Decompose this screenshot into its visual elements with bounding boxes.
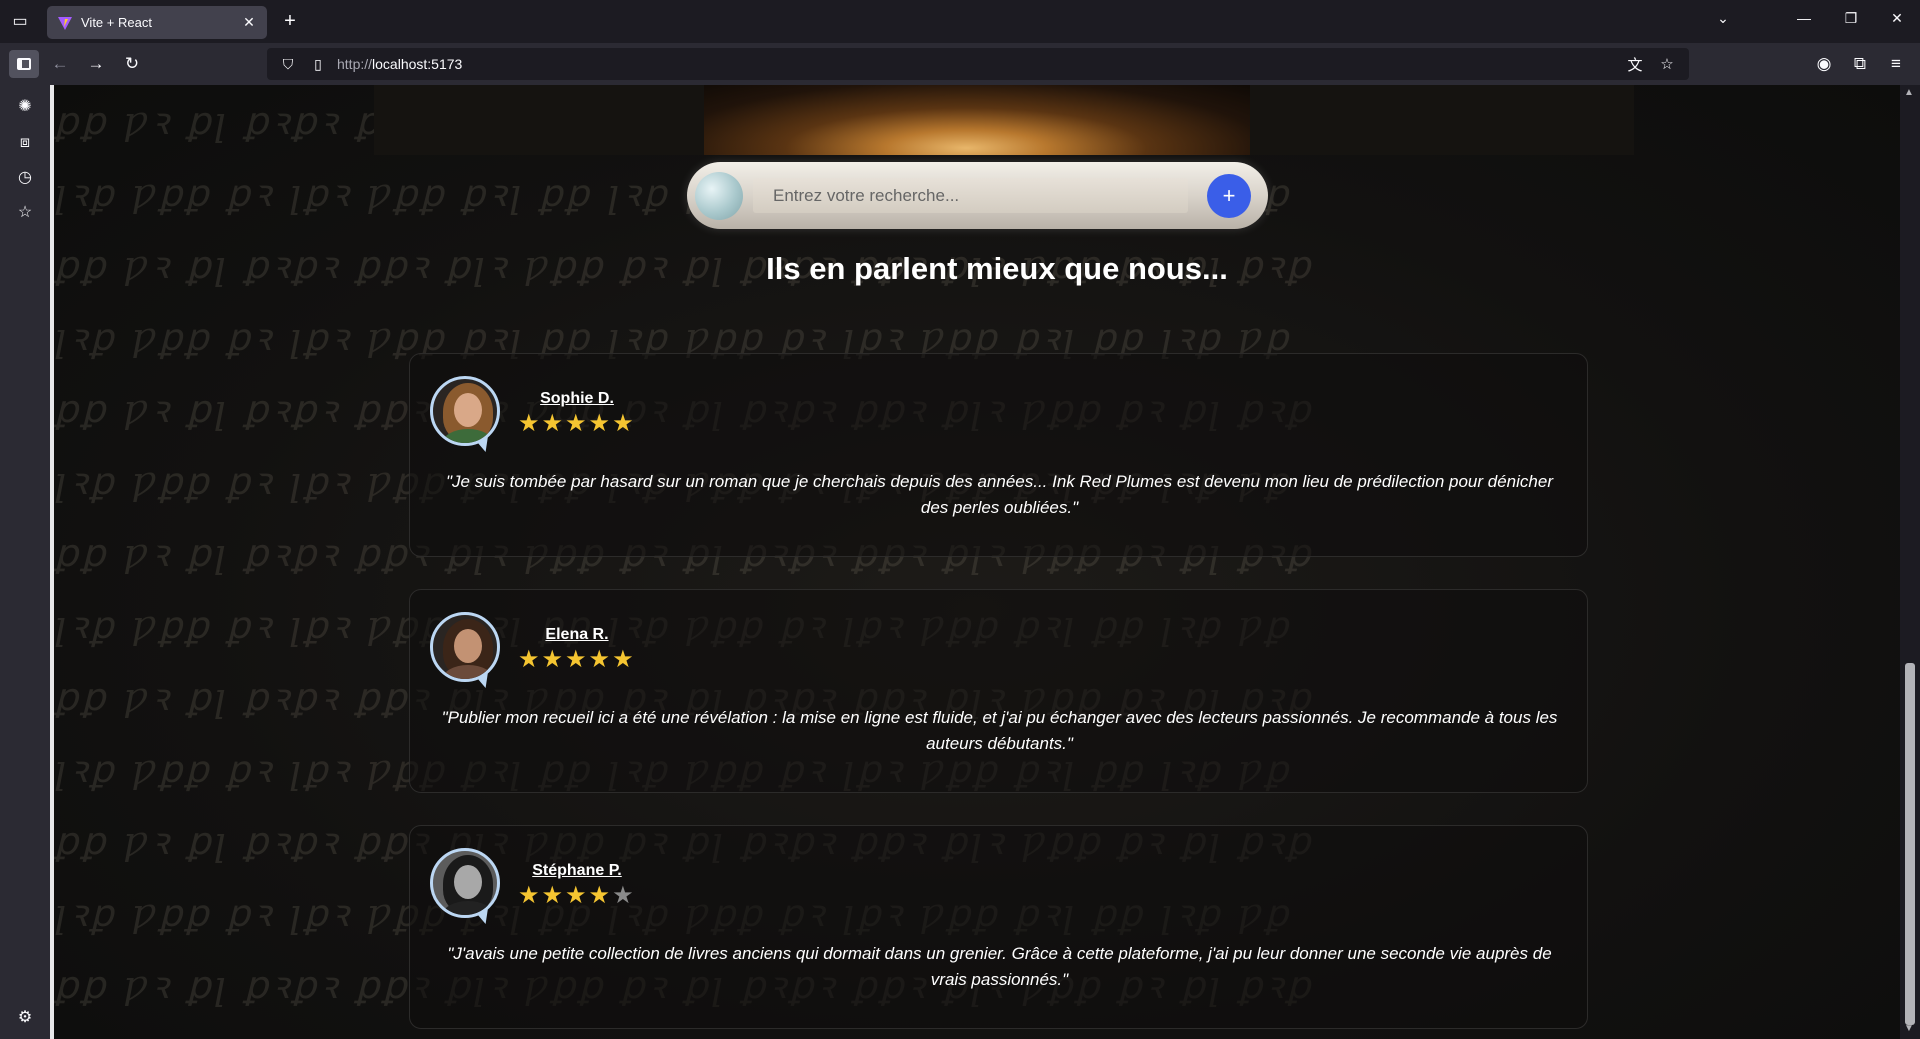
avatar [430, 848, 502, 924]
scroll-up-icon[interactable]: ▲ [1904, 87, 1914, 98]
list-all-tabs-icon[interactable]: ▭ [10, 12, 30, 32]
page-viewport: ꝑꝑ ƿꝛ ꝑꞁ ꝑꝛꝑꝛ ꝑꝑꝛ ꝑꞁꝛ ƿꝑꝑ ꝑꝛ ꝑꞁ ꝑꝛꝑꝛ ꝑꝑꝛ… [54, 85, 1900, 1039]
page-icon[interactable]: ▯ [309, 56, 327, 73]
bookmark-star-icon[interactable]: ☆ [1657, 55, 1677, 73]
scroll-down-icon[interactable]: ▼ [1904, 1023, 1914, 1034]
star-filled-icon: ★ [518, 646, 540, 673]
star-filled-icon: ★ [565, 882, 587, 909]
star-filled-icon: ★ [588, 882, 611, 909]
window-close-icon[interactable]: ✕ [1887, 10, 1907, 27]
reload-icon[interactable]: ↻ [119, 52, 145, 76]
synced-tabs-icon[interactable]: ⧈ [14, 132, 36, 154]
tab-bar: ▭ Vite + React ✕ + ⌄ — ❐ ✕ [0, 0, 1920, 43]
reviewer-name[interactable]: Stéphane P. [517, 862, 637, 880]
star-filled-icon: ★ [612, 410, 634, 437]
testimonial-card: Stéphane P. ★ ★ ★ ★ ★ "J'avais une petite co… [409, 825, 1588, 1029]
star-empty-icon: ★ [612, 882, 634, 909]
chevron-down-icon[interactable]: ⌄ [1713, 10, 1733, 27]
ai-chatbot-icon[interactable]: ✺ [14, 96, 36, 118]
reviewer-name[interactable]: Elena R. [517, 626, 637, 644]
testimonial-card: Elena R. ★ ★ ★ ★ ★ "Publier mon recueil ici … [409, 589, 1588, 793]
avatar [430, 612, 502, 688]
url-text[interactable]: http://localhost:5173 [337, 56, 1625, 72]
star-filled-icon: ★ [541, 646, 564, 673]
search-bar: + [687, 162, 1268, 229]
rating-stars: ★ ★ ★ ★ ★ [518, 648, 634, 672]
testimonial-quote: "Publier mon recueil ici a été une révél… [441, 708, 1558, 753]
sidebar-toggle-button[interactable] [9, 50, 39, 78]
search-submit-button[interactable]: + [1207, 174, 1251, 218]
tab-title: Vite + React [81, 15, 152, 30]
testimonial-card: Sophie D. ★ ★ ★ ★ ★ "Je suis tombée par hasa… [409, 353, 1588, 557]
new-tab-icon[interactable]: + [280, 11, 300, 31]
star-filled-icon: ★ [588, 646, 611, 673]
settings-gear-icon[interactable]: ⚙ [14, 1007, 36, 1029]
testimonial-quote: "J'avais une petite collection de livres… [447, 944, 1552, 989]
star-filled-icon: ★ [541, 410, 564, 437]
url-bar[interactable]: ⛉ ▯ http://localhost:5173 文 ☆ [267, 48, 1689, 80]
scrollbar-thumb[interactable] [1905, 663, 1915, 1025]
account-icon[interactable]: ◉ [1811, 52, 1837, 76]
hero-banner [374, 85, 1634, 155]
star-filled-icon: ★ [518, 410, 540, 437]
close-icon[interactable]: ✕ [241, 14, 257, 31]
menu-icon[interactable]: ≡ [1883, 52, 1909, 76]
page-scrollbar[interactable]: ▲ ▼ [1900, 85, 1920, 1039]
tab-vite-react[interactable]: Vite + React ✕ [47, 6, 267, 39]
history-icon[interactable]: ◷ [14, 167, 36, 189]
search-input[interactable] [753, 178, 1188, 213]
back-icon[interactable]: ← [47, 52, 73, 76]
avatar [430, 376, 502, 452]
star-filled-icon: ★ [588, 410, 611, 437]
browser-sidebar: ✺ ⧈ ◷ ☆ ⚙ [0, 85, 50, 1039]
shield-icon[interactable]: ⛉ [279, 56, 297, 73]
minimize-icon[interactable]: — [1794, 10, 1814, 26]
forward-icon[interactable]: → [83, 52, 109, 76]
navigation-toolbar: ← → ↻ ⛉ ▯ http://localhost:5173 文 ☆ ◉ ⧉ … [0, 43, 1920, 85]
vite-logo-icon [58, 16, 72, 30]
star-filled-icon: ★ [518, 882, 540, 909]
testimonial-quote: "Je suis tombée par hasard sur un roman … [446, 472, 1553, 517]
star-filled-icon: ★ [565, 646, 587, 673]
translate-icon[interactable]: 文 [1625, 54, 1645, 75]
search-orb-icon [695, 172, 743, 220]
testimonials-title: Ils en parlent mieux que nous... [766, 251, 1228, 286]
star-filled-icon: ★ [612, 646, 634, 673]
star-filled-icon: ★ [565, 410, 587, 437]
restore-icon[interactable]: ❐ [1841, 10, 1861, 27]
extensions-icon[interactable]: ⧉ [1847, 52, 1873, 76]
open-book-image [704, 85, 1250, 155]
rating-stars: ★ ★ ★ ★ ★ [518, 412, 634, 436]
star-filled-icon: ★ [541, 882, 564, 909]
sidebar-icon [17, 58, 31, 70]
rating-stars: ★ ★ ★ ★ ★ [518, 884, 634, 908]
bookmarks-icon[interactable]: ☆ [14, 202, 36, 224]
reviewer-name[interactable]: Sophie D. [517, 390, 637, 408]
